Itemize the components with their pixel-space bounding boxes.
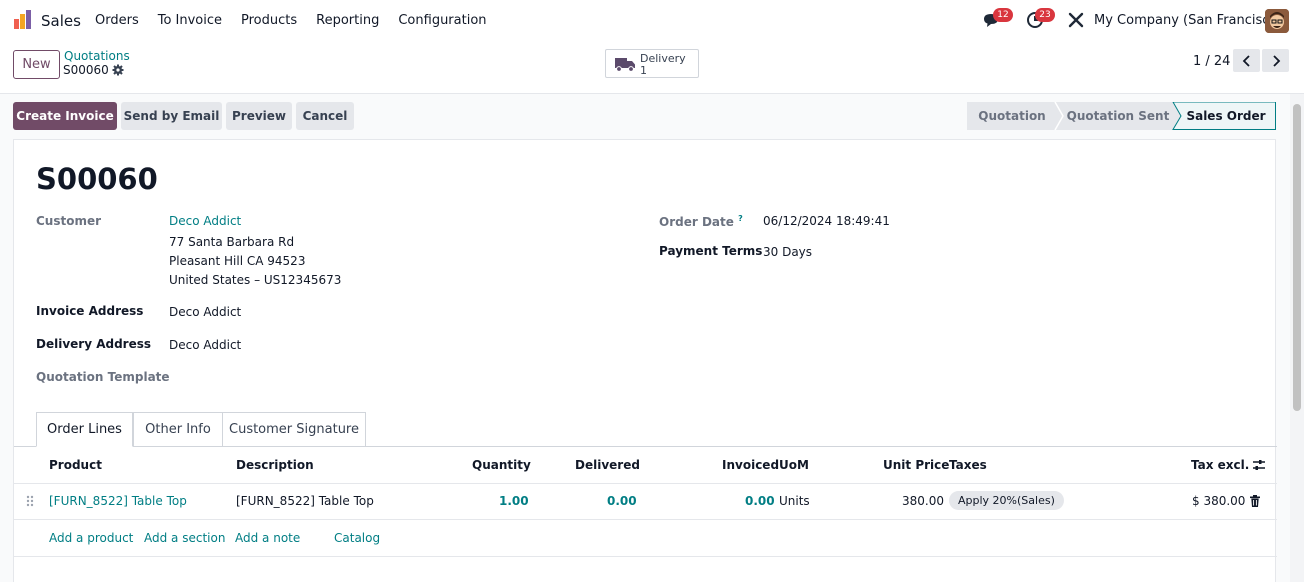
- truck-icon: [615, 58, 635, 72]
- chevron-left-icon: [1242, 54, 1250, 67]
- column-header-taxes[interactable]: Taxes: [949, 458, 987, 472]
- debug-tools-icon[interactable]: [1067, 11, 1085, 29]
- menu-to-invoice[interactable]: To Invoice: [158, 13, 222, 28]
- add-note-link[interactable]: Add a note: [235, 531, 300, 545]
- tab-order-lines[interactable]: Order Lines: [36, 412, 133, 447]
- pager-value[interactable]: 1 / 24: [1193, 54, 1230, 69]
- customer-address-line: 77 Santa Barbara Rd: [169, 235, 295, 249]
- delivery-count: 1: [640, 64, 647, 77]
- customer-address-line: Pleasant Hill CA 94523: [169, 254, 306, 268]
- user-avatar[interactable]: [1265, 9, 1289, 33]
- trash-icon[interactable]: [1250, 495, 1260, 507]
- menu-reporting[interactable]: Reporting: [316, 13, 379, 28]
- add-product-link[interactable]: Add a product: [49, 531, 133, 545]
- main-menu: Orders To Invoice Products Reporting Con…: [95, 13, 506, 28]
- column-header-invoiced[interactable]: Invoiced: [722, 458, 779, 472]
- stage-quotation-sent[interactable]: Quotation Sent: [1063, 102, 1173, 130]
- form-action-bar: Create Invoice Send by Email Preview Can…: [0, 94, 1290, 139]
- scrollbar-thumb[interactable]: [1293, 104, 1301, 411]
- invoice-address-field[interactable]: Deco Addict: [169, 305, 241, 319]
- optional-columns-icon[interactable]: [1252, 458, 1266, 472]
- record-title: S00060: [36, 162, 158, 196]
- avatar-face-icon: [1265, 9, 1289, 33]
- new-button[interactable]: New: [13, 50, 60, 79]
- help-tooltip-icon[interactable]: ?: [738, 214, 743, 223]
- menu-orders[interactable]: Orders: [95, 13, 139, 28]
- tab-customer-signature[interactable]: Customer Signature: [222, 412, 366, 447]
- customer-address-line: United States – US12345673: [169, 273, 342, 287]
- menu-configuration[interactable]: Configuration: [398, 13, 486, 28]
- breadcrumb-current: S00060: [63, 63, 109, 77]
- status-bar: Quotation Quotation Sent Sales Order: [967, 102, 1276, 130]
- gear-icon[interactable]: [112, 64, 124, 76]
- order-date-field[interactable]: 06/12/2024 18:49:41: [763, 214, 890, 228]
- activities-badge: 23: [1035, 8, 1055, 22]
- messages-badge: 12: [993, 8, 1013, 22]
- line-quantity[interactable]: 1.00: [499, 494, 529, 508]
- column-header-description[interactable]: Description: [236, 458, 314, 472]
- preview-button[interactable]: Preview: [226, 102, 292, 130]
- line-uom[interactable]: Units: [779, 494, 810, 508]
- send-by-email-button[interactable]: Send by Email: [121, 102, 222, 130]
- invoice-address-label: Invoice Address: [36, 304, 144, 318]
- sales-app-icon[interactable]: [13, 10, 33, 30]
- top-navbar: Sales Orders To Invoice Products Reporti…: [0, 0, 1304, 41]
- delivery-address-label: Delivery Address: [36, 337, 152, 351]
- breadcrumb-quotations[interactable]: Quotations: [64, 49, 130, 63]
- column-header-uom[interactable]: UoM: [779, 458, 809, 472]
- line-delivered[interactable]: 0.00: [607, 494, 637, 508]
- pager-previous-button[interactable]: [1233, 49, 1260, 72]
- menu-products[interactable]: Products: [241, 13, 297, 28]
- line-tax-tag[interactable]: Apply 20%(Sales): [949, 491, 1064, 510]
- app-name[interactable]: Sales: [41, 12, 81, 30]
- column-header-unit-price[interactable]: Unit Price: [883, 458, 949, 472]
- delivery-smart-button[interactable]: Delivery 1: [605, 49, 699, 78]
- create-invoice-button[interactable]: Create Invoice: [13, 102, 117, 130]
- company-switcher[interactable]: My Company (San Francisco): [1094, 13, 1282, 28]
- line-subtotal: $ 380.00: [1192, 494, 1246, 508]
- quotation-template-label: Quotation Template: [36, 370, 170, 384]
- column-header-delivered[interactable]: Delivered: [575, 458, 640, 472]
- catalog-link[interactable]: Catalog: [334, 531, 380, 545]
- form-sheet: S00060 Customer Deco Addict 77 Santa Bar…: [13, 139, 1277, 582]
- add-section-link[interactable]: Add a section: [144, 531, 225, 545]
- line-invoiced[interactable]: 0.00: [745, 494, 775, 508]
- order-date-label: Order Date ?: [659, 214, 743, 229]
- tab-other-info[interactable]: Other Info: [133, 412, 223, 447]
- column-header-quantity[interactable]: Quantity: [472, 458, 531, 472]
- cancel-button[interactable]: Cancel: [296, 102, 354, 130]
- table-header-divider: [14, 483, 1277, 484]
- column-header-tax-excl[interactable]: Tax excl.: [1191, 458, 1249, 472]
- pager-next-button[interactable]: [1262, 49, 1289, 72]
- line-product[interactable]: [FURN_8522] Table Top: [49, 494, 187, 508]
- row-divider: [14, 556, 1277, 557]
- line-unit-price[interactable]: 380.00: [902, 494, 944, 508]
- chevron-right-icon: [1272, 54, 1280, 67]
- stage-quotation[interactable]: Quotation: [967, 102, 1057, 130]
- delivery-address-field[interactable]: Deco Addict: [169, 338, 241, 352]
- line-description[interactable]: [FURN_8522] Table Top: [236, 494, 374, 508]
- drag-handle-icon[interactable]: [26, 495, 34, 507]
- stage-sales-order[interactable]: Sales Order: [1179, 102, 1273, 130]
- row-divider: [14, 519, 1277, 520]
- customer-link[interactable]: Deco Addict: [169, 214, 241, 228]
- customer-label: Customer: [36, 214, 102, 228]
- payment-terms-field[interactable]: 30 Days: [763, 245, 812, 259]
- payment-terms-label: Payment Terms: [659, 244, 763, 258]
- control-panel: New Quotations S00060 Delivery 1 1 / 24: [0, 41, 1304, 94]
- column-header-product[interactable]: Product: [49, 458, 102, 472]
